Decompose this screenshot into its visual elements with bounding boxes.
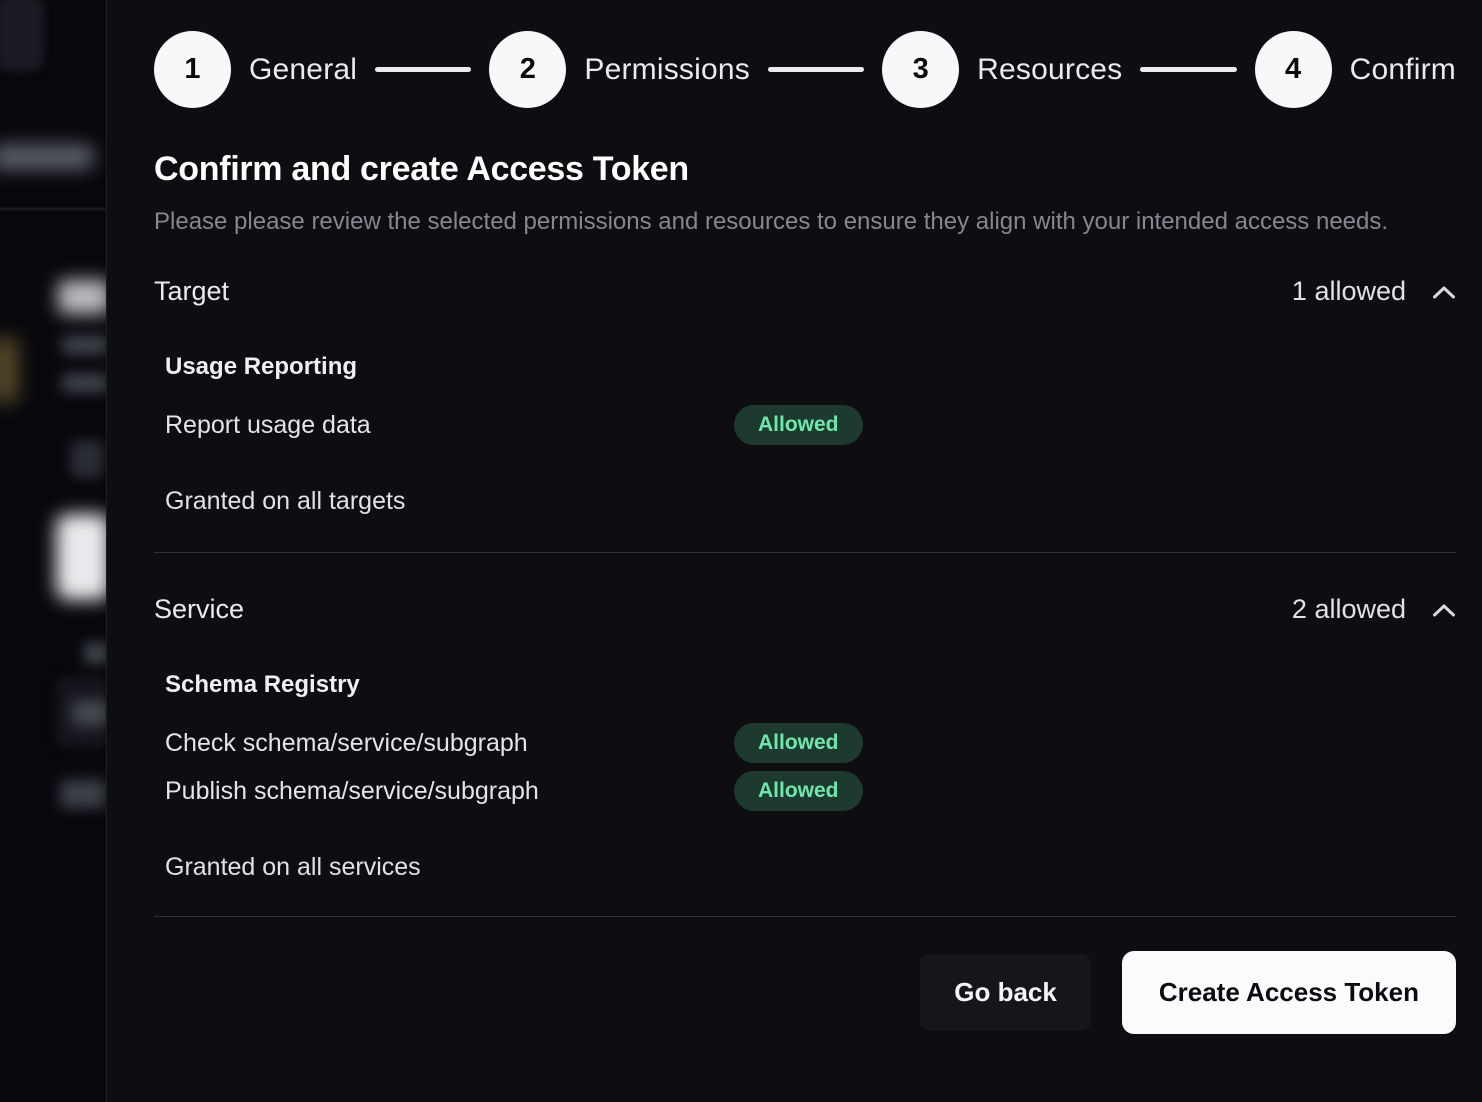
granted-note: Granted on all services (165, 853, 1456, 882)
status-badge: Allowed (734, 771, 863, 811)
step-connector (375, 67, 471, 72)
page-description: Please please review the selected permis… (154, 202, 1389, 242)
blurred-logo-tile (0, 0, 44, 72)
chevron-up-icon (1432, 603, 1456, 617)
step-permissions[interactable]: 2 Permissions (489, 31, 750, 108)
blurred-accent-shape (0, 338, 18, 402)
step-label: Resources (977, 53, 1122, 87)
page-title: Confirm and create Access Token (154, 150, 1456, 189)
step-circle: 2 (489, 31, 566, 108)
section-header-service: Service 2 allowed (154, 594, 1456, 625)
step-number: 1 (184, 53, 200, 86)
create-access-token-button[interactable]: Create Access Token (1122, 951, 1456, 1034)
section-collapse-toggle[interactable]: 1 allowed (1292, 276, 1456, 307)
step-label: Permissions (584, 53, 750, 87)
blurred-nav-text (0, 144, 94, 170)
access-token-wizard-modal: 1 General 2 Permissions 3 Resources 4 Co… (106, 0, 1482, 1102)
chevron-up-icon (1432, 285, 1456, 299)
step-number: 4 (1285, 53, 1301, 86)
step-circle: 1 (154, 31, 231, 108)
section-divider (154, 552, 1456, 553)
step-number: 3 (913, 53, 929, 86)
blurred-page-heading (58, 280, 106, 314)
status-badge: Allowed (734, 723, 863, 763)
blurred-background-page (0, 0, 106, 1102)
allowed-count: 1 allowed (1292, 276, 1406, 307)
blurred-text-fragment (62, 336, 106, 354)
status-badge: Allowed (734, 405, 863, 445)
blurred-text-fragment (62, 374, 106, 392)
permission-group-title: Usage Reporting (165, 353, 1456, 381)
section-title: Target (154, 276, 229, 307)
footer-divider (154, 916, 1456, 917)
blurred-text-fragment (60, 780, 106, 808)
permission-row: Report usage data Allowed (165, 405, 1456, 445)
step-circle: 4 (1255, 31, 1332, 108)
granted-note: Granted on all targets (165, 487, 1456, 516)
wizard-stepper: 1 General 2 Permissions 3 Resources 4 Co… (154, 31, 1456, 108)
section-header-target: Target 1 allowed (154, 276, 1456, 307)
step-number: 2 (520, 53, 536, 86)
step-resources[interactable]: 3 Resources (882, 31, 1122, 108)
blurred-text-fragment (72, 700, 106, 726)
wizard-footer: Go back Create Access Token (154, 951, 1456, 1034)
section-collapse-toggle[interactable]: 2 allowed (1292, 594, 1456, 625)
step-label: Confirm (1350, 53, 1456, 87)
permission-group-title: Schema Registry (165, 671, 1456, 699)
permission-row: Publish schema/service/subgraph Allowed (165, 771, 1456, 811)
blurred-text-fragment (84, 642, 106, 664)
section-title: Service (154, 594, 244, 625)
step-connector (768, 67, 864, 72)
permission-label: Check schema/service/subgraph (165, 729, 734, 758)
blurred-divider (0, 208, 106, 210)
step-circle: 3 (882, 31, 959, 108)
permission-label: Report usage data (165, 411, 734, 440)
permission-label: Publish schema/service/subgraph (165, 777, 734, 806)
step-connector (1140, 67, 1236, 72)
permission-row: Check schema/service/subgraph Allowed (165, 723, 1456, 763)
go-back-button[interactable]: Go back (920, 954, 1091, 1031)
step-confirm[interactable]: 4 Confirm (1255, 31, 1456, 108)
blurred-icon (70, 440, 104, 478)
step-general[interactable]: 1 General (154, 31, 357, 108)
allowed-count: 2 allowed (1292, 594, 1406, 625)
step-label: General (249, 53, 357, 87)
blurred-white-card (56, 514, 106, 600)
